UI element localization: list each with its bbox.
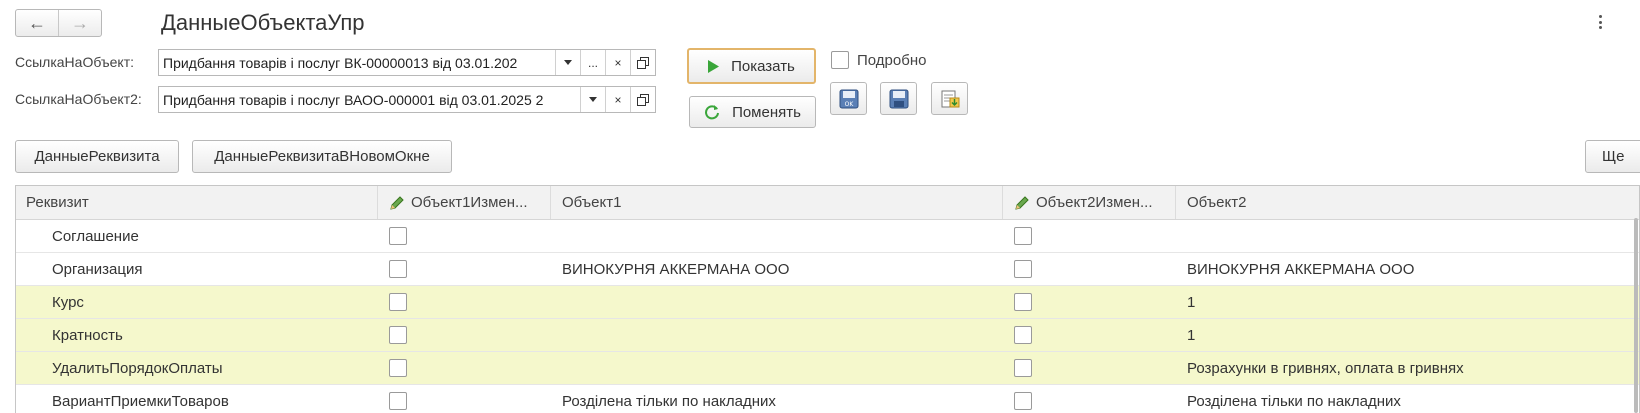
pencil-icon xyxy=(1014,195,1030,211)
refresh-icon xyxy=(704,104,720,120)
ref1-select-button[interactable]: ... xyxy=(580,50,605,75)
column-header-obj2[interactable]: Объект2 xyxy=(1176,186,1639,219)
detail-checkbox[interactable] xyxy=(831,51,849,69)
save-ok-button[interactable]: OK xyxy=(830,82,867,115)
table-row[interactable]: УдалитьПорядокОплаты Розрахунки в гривня… xyxy=(16,352,1639,385)
save-ok-icon: OK xyxy=(839,89,858,108)
column-header-obj1-changed-label: Объект1Измен... xyxy=(411,194,528,211)
detail-label: Подробно xyxy=(857,52,927,69)
ref2-field[interactable]: Придбання товарів і послуг ВАОО-000001 в… xyxy=(158,86,656,113)
table-row[interactable]: Курс 1 xyxy=(16,286,1639,319)
obj2-value: 1 xyxy=(1187,326,1196,344)
obj2-changed-checkbox[interactable] xyxy=(1014,326,1032,344)
ref1-label: СсылкаНаОбъект: xyxy=(15,54,135,70)
obj2-value: Розділена тільки по накладних xyxy=(1187,392,1401,410)
obj1-changed-checkbox[interactable] xyxy=(389,227,407,245)
obj2-value: ВИНОКУРНЯ АККЕРМАНА ООО xyxy=(1187,260,1415,278)
swap-button-label: Поменять xyxy=(732,103,801,121)
forward-button[interactable]: → xyxy=(58,10,101,36)
table-row[interactable]: Соглашение xyxy=(16,220,1639,253)
column-header-obj1-changed[interactable]: Объект1Измен... xyxy=(378,186,551,219)
open-window-icon xyxy=(637,56,649,69)
obj1-value xyxy=(551,319,1003,351)
arrow-left-icon: ← xyxy=(28,13,46,33)
attr-data-button[interactable]: ДанныеРеквизита xyxy=(15,140,179,173)
attribute-name: Кратность xyxy=(52,326,123,344)
column-header-obj2-changed[interactable]: Объект2Измен... xyxy=(1003,186,1176,219)
attribute-name: ВариантПриемкиТоваров xyxy=(52,392,229,410)
load-button[interactable] xyxy=(931,82,968,115)
table-header: Реквизит Объект1Измен... Объект1 Объект2… xyxy=(16,186,1639,220)
ref1-field[interactable]: Придбання товарів і послуг ВК-00000013 в… xyxy=(158,49,656,76)
show-button[interactable]: Показать xyxy=(687,48,816,84)
more-button-label: Ще xyxy=(1602,148,1625,165)
save-button[interactable] xyxy=(880,82,917,115)
ref1-dropdown-button[interactable] xyxy=(555,50,580,75)
more-actions-icon[interactable] xyxy=(1596,12,1604,32)
attribute-name: Курс xyxy=(52,293,84,311)
obj1-value: ВИНОКУРНЯ АККЕРМАНА ООО xyxy=(562,260,790,278)
obj1-value: Розділена тільки по накладних xyxy=(562,392,776,410)
obj2-value: Розрахунки в гривнях, оплата в гривнях xyxy=(1187,359,1464,377)
caret-down-icon xyxy=(589,97,597,102)
ref1-input[interactable]: Придбання товарів і послуг ВК-00000013 в… xyxy=(159,50,555,75)
obj1-value xyxy=(551,286,1003,318)
ref2-dropdown-button[interactable] xyxy=(580,87,605,112)
table-scrollbar[interactable] xyxy=(1634,218,1638,413)
more-button[interactable]: Ще xyxy=(1585,140,1640,173)
caret-down-icon xyxy=(564,60,572,65)
page-title: ДанныеОбъектаУпр xyxy=(161,10,365,35)
nav-buttons: ← → xyxy=(15,9,102,37)
load-document-icon xyxy=(941,90,959,107)
svg-text:OK: OK xyxy=(844,101,854,108)
attribute-name: Соглашение xyxy=(52,227,139,245)
obj2-changed-checkbox[interactable] xyxy=(1014,260,1032,278)
table-row[interactable]: Кратность 1 xyxy=(16,319,1639,352)
obj2-changed-checkbox[interactable] xyxy=(1014,293,1032,311)
attribute-name: УдалитьПорядокОплаты xyxy=(52,359,223,377)
ref1-open-button[interactable] xyxy=(630,50,655,75)
ref2-open-button[interactable] xyxy=(630,87,655,112)
ref1-clear-button[interactable]: × xyxy=(605,50,630,75)
obj1-changed-checkbox[interactable] xyxy=(389,260,407,278)
back-button[interactable]: ← xyxy=(16,10,58,36)
obj1-value xyxy=(551,352,1003,384)
open-window-icon xyxy=(637,93,649,106)
attr-data-new-window-button[interactable]: ДанныеРеквизитаВНовомОкне xyxy=(192,140,452,173)
obj1-value xyxy=(551,220,1003,252)
obj2-value xyxy=(1176,220,1639,252)
obj2-changed-checkbox[interactable] xyxy=(1014,227,1032,245)
clear-icon: × xyxy=(614,55,622,70)
show-button-label: Показать xyxy=(731,57,795,75)
swap-button[interactable]: Поменять xyxy=(689,96,816,128)
arrow-right-icon: → xyxy=(71,13,89,33)
obj1-changed-checkbox[interactable] xyxy=(389,293,407,311)
column-header-attribute[interactable]: Реквизит xyxy=(16,186,378,219)
obj2-changed-checkbox[interactable] xyxy=(1014,392,1032,410)
obj2-changed-checkbox[interactable] xyxy=(1014,359,1032,377)
ref2-clear-button[interactable]: × xyxy=(605,87,630,112)
column-header-obj2-changed-label: Объект2Измен... xyxy=(1036,194,1153,211)
attribute-name: Организация xyxy=(52,260,143,278)
table-row[interactable]: ВариантПриемкиТоваров Розділена тільки п… xyxy=(16,385,1639,413)
ref2-label: СсылкаНаОбъект2: xyxy=(15,91,142,107)
attributes-table: Реквизит Объект1Измен... Объект1 Объект2… xyxy=(15,185,1640,413)
pencil-icon xyxy=(389,195,405,211)
ref2-input[interactable]: Придбання товарів і послуг ВАОО-000001 в… xyxy=(159,87,580,112)
obj1-changed-checkbox[interactable] xyxy=(389,359,407,377)
save-icon xyxy=(889,89,908,108)
column-header-obj1[interactable]: Объект1 xyxy=(551,186,1003,219)
obj1-changed-checkbox[interactable] xyxy=(389,326,407,344)
obj2-value: 1 xyxy=(1187,293,1196,311)
table-row[interactable]: Организация ВИНОКУРНЯ АККЕРМАНА ООО ВИНО… xyxy=(16,253,1639,286)
clear-icon: × xyxy=(614,92,622,107)
play-icon xyxy=(708,59,720,73)
obj1-changed-checkbox[interactable] xyxy=(389,392,407,410)
